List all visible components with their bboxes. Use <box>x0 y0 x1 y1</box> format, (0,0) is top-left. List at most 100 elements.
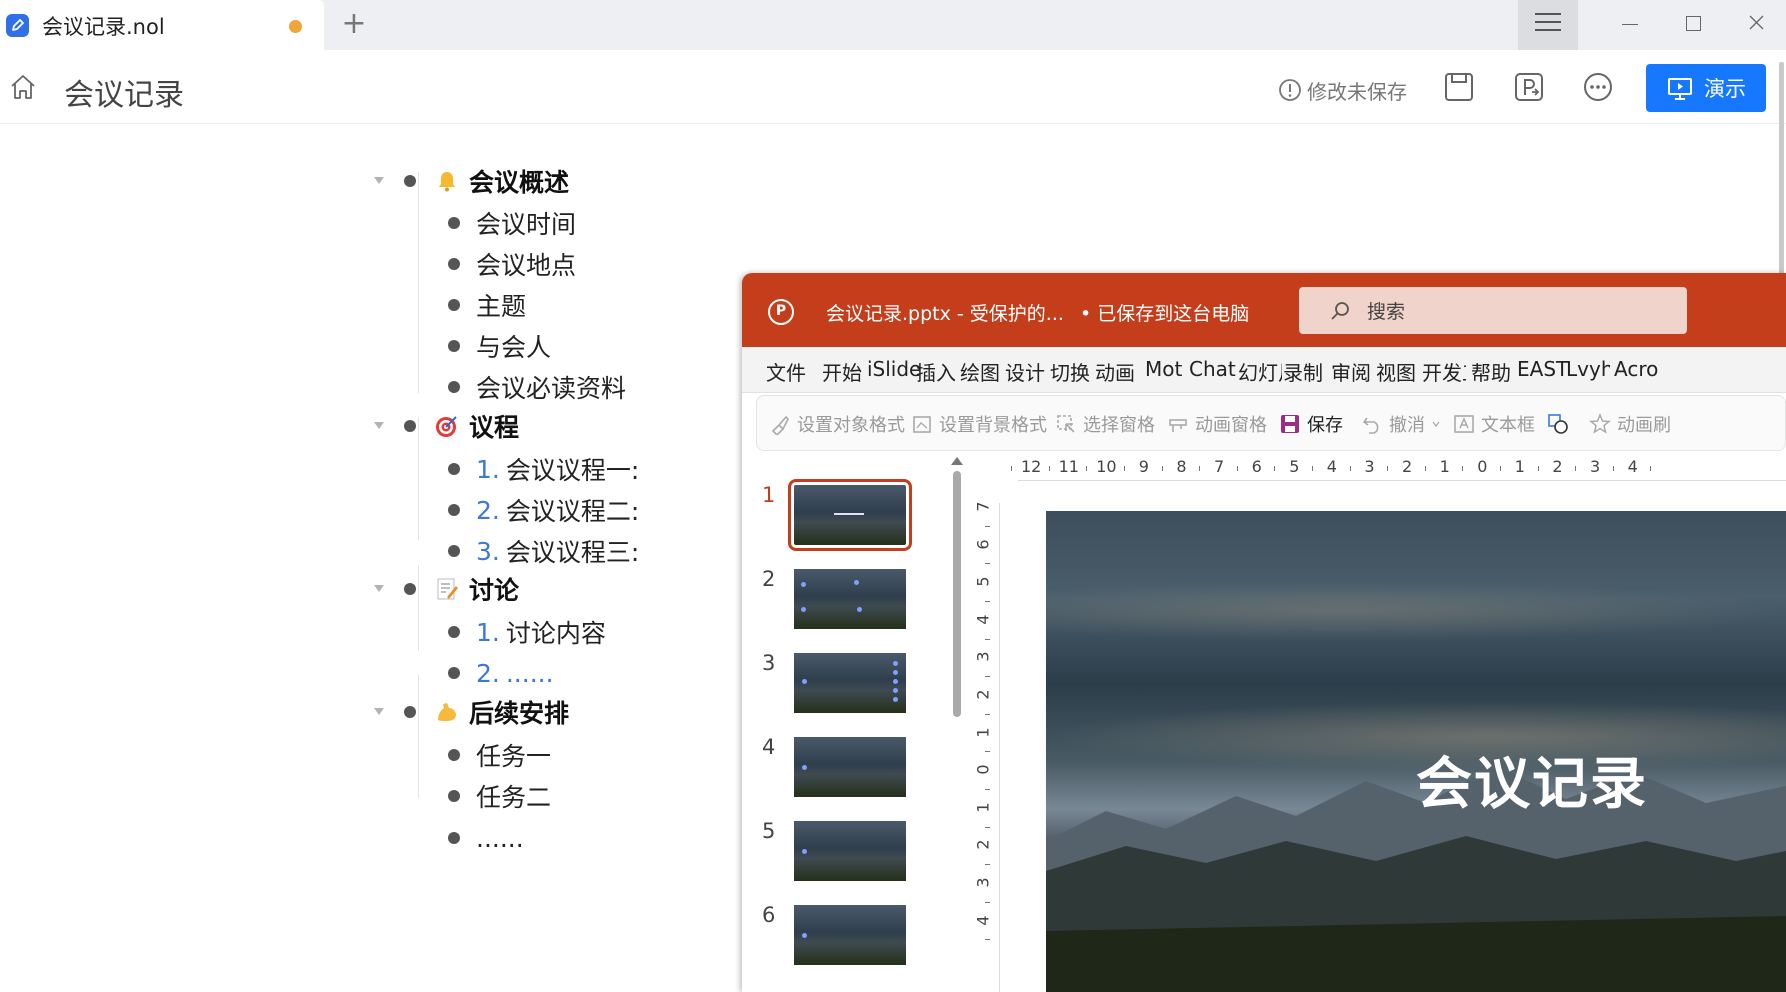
ribbon-tab[interactable]: 设计 <box>1005 357 1045 386</box>
list-item[interactable]: 会议时间 <box>476 204 576 242</box>
ruler-tick <box>1161 466 1163 471</box>
horizontal-ruler: 12 11 10 9 8 7 6 5 4 3 2 1 0 1 2 3 4 <box>1011 455 1786 481</box>
home-icon[interactable] <box>8 72 38 102</box>
list-item[interactable]: 2. 会议议程二: <box>476 491 639 529</box>
list-item[interactable]: 1. 会议议程一: <box>476 450 639 488</box>
ribbon-tab[interactable]: 动画 <box>1095 357 1135 386</box>
maximize-button[interactable] <box>1664 0 1724 50</box>
powerpoint-logo-icon: P <box>768 299 794 325</box>
textbox-button[interactable]: 文本框 <box>1453 411 1535 437</box>
slide-canvas[interactable]: 会议记录 <box>1046 511 1786 992</box>
bullet[interactable] <box>448 381 460 393</box>
list-item[interactable]: 2....... <box>476 654 554 692</box>
list-item[interactable]: 1. 讨论内容 <box>476 613 606 651</box>
format-object-button[interactable]: 设置对象格式 <box>769 411 905 437</box>
bullet[interactable] <box>448 832 460 844</box>
minimize-button[interactable] <box>1600 0 1660 50</box>
collapse-toggle[interactable] <box>374 585 384 592</box>
collapse-toggle[interactable] <box>374 177 384 184</box>
bullet[interactable] <box>448 217 460 229</box>
ppt-title-bar: P 会议记录.pptx - 受保护的... • 已保存到这台电脑 搜索 <box>742 273 1786 347</box>
ribbon-tab[interactable]: 开始 <box>822 357 862 386</box>
save-button[interactable]: 保存 <box>1279 411 1343 437</box>
bullet[interactable] <box>448 340 460 352</box>
bullet[interactable] <box>448 667 460 679</box>
slide-thumbnail[interactable] <box>794 821 906 881</box>
heading-agenda[interactable]: 议程 <box>435 407 519 445</box>
bullet[interactable] <box>404 583 416 595</box>
list-item[interactable]: 主题 <box>476 286 526 324</box>
animation-pane-button[interactable]: 动画窗格 <box>1167 411 1267 437</box>
bullet[interactable] <box>448 749 460 761</box>
thumb-dot <box>893 697 898 702</box>
ribbon-tab[interactable]: 绘图 <box>960 357 1000 386</box>
ribbon-tab[interactable]: 幻灯片 <box>1238 357 1282 386</box>
ruler-tick <box>985 525 990 527</box>
close-button[interactable] <box>1726 0 1786 50</box>
heading-discussion[interactable]: 讨论 <box>435 570 519 608</box>
selection-pane-button[interactable]: 选择窗格 <box>1055 411 1155 437</box>
slide-thumbnail[interactable] <box>794 737 906 797</box>
save-icon[interactable] <box>1442 70 1476 104</box>
list-item[interactable]: 3. 会议议程三: <box>476 532 639 570</box>
ribbon-tab[interactable]: EAST <box>1517 357 1568 381</box>
shapes-button[interactable] <box>1547 411 1569 437</box>
bullet[interactable] <box>448 299 460 311</box>
scrollbar-thumb[interactable] <box>953 471 961 717</box>
ribbon-tab[interactable]: 开发工 <box>1422 357 1466 386</box>
thumbnail-scrollbar[interactable] <box>948 455 966 992</box>
present-button[interactable]: 演示 <box>1646 64 1766 112</box>
slide-thumbnail[interactable] <box>788 479 912 551</box>
ribbon-tab[interactable]: 视图 <box>1376 357 1416 386</box>
bullet[interactable] <box>404 175 416 187</box>
heading-follow-up[interactable]: 后续安排 <box>435 693 569 731</box>
menu-icon[interactable] <box>1518 0 1578 50</box>
bullet[interactable] <box>448 504 460 516</box>
alert-circle-icon <box>1279 79 1301 101</box>
list-item[interactable]: ...... <box>476 819 524 857</box>
heading-meeting-overview[interactable]: 会议概述 <box>435 162 569 200</box>
ribbon-tab[interactable]: 审阅 <box>1331 357 1371 386</box>
bullet[interactable] <box>448 545 460 557</box>
undo-button[interactable]: 撤消 <box>1361 411 1441 437</box>
bullet[interactable] <box>404 706 416 718</box>
slide-thumbnail[interactable] <box>794 653 906 713</box>
ruler-label: 5 <box>1289 457 1300 476</box>
slide-thumbnail[interactable] <box>794 569 906 629</box>
ribbon-tab[interactable]: Mot <box>1145 357 1182 381</box>
ribbon-tab[interactable]: 切换 <box>1050 357 1090 386</box>
ribbon-tab[interactable]: Chat <box>1189 357 1236 381</box>
animation-painter-button[interactable]: 动画刷 <box>1589 411 1671 437</box>
bullet[interactable] <box>448 258 460 270</box>
ppt-quick-toolbar: 设置对象格式 设置背景格式 选择窗格 动画窗格 保存 撤消 文本框 动画刷 <box>756 395 1786 451</box>
slide-thumbnail[interactable] <box>794 905 906 965</box>
ribbon-tab[interactable]: 插入 <box>916 357 956 386</box>
ruler-tick <box>985 939 990 941</box>
ribbon-tab[interactable]: 录制 <box>1283 357 1323 386</box>
ribbon-tab[interactable]: Acro <box>1614 357 1658 381</box>
list-item[interactable]: 任务二 <box>476 777 551 815</box>
ppt-search-box[interactable]: 搜索 <box>1299 287 1687 334</box>
list-item[interactable]: 任务一 <box>476 736 551 774</box>
format-background-button[interactable]: 设置背景格式 <box>911 411 1047 437</box>
export-ppt-icon[interactable] <box>1512 70 1546 104</box>
powerpoint-window: P 会议记录.pptx - 受保护的... • 已保存到这台电脑 搜索 文件 开… <box>742 273 1786 992</box>
document-tab[interactable]: 会议记录.nol <box>0 0 324 50</box>
collapse-toggle[interactable] <box>374 708 384 715</box>
slide-title[interactable]: 会议记录 <box>1416 739 1648 820</box>
new-tab-button[interactable]: + <box>338 8 370 40</box>
ribbon-tab[interactable]: 文件 <box>766 357 806 386</box>
list-item[interactable]: 会议地点 <box>476 245 576 283</box>
list-item[interactable]: 与会人 <box>476 327 551 365</box>
scroll-up-icon[interactable] <box>951 457 963 465</box>
list-item[interactable]: 会议必读资料 <box>476 368 626 406</box>
ribbon-tab[interactable]: Lvyh <box>1566 357 1610 381</box>
bullet[interactable] <box>448 626 460 638</box>
bullet[interactable] <box>448 463 460 475</box>
collapse-toggle[interactable] <box>374 422 384 429</box>
more-options-icon[interactable] <box>1581 70 1615 104</box>
ribbon-tab[interactable]: 帮助 <box>1471 357 1511 386</box>
ribbon-tab[interactable]: iSlide <box>867 357 921 381</box>
bullet[interactable] <box>448 790 460 802</box>
bullet[interactable] <box>404 420 416 432</box>
